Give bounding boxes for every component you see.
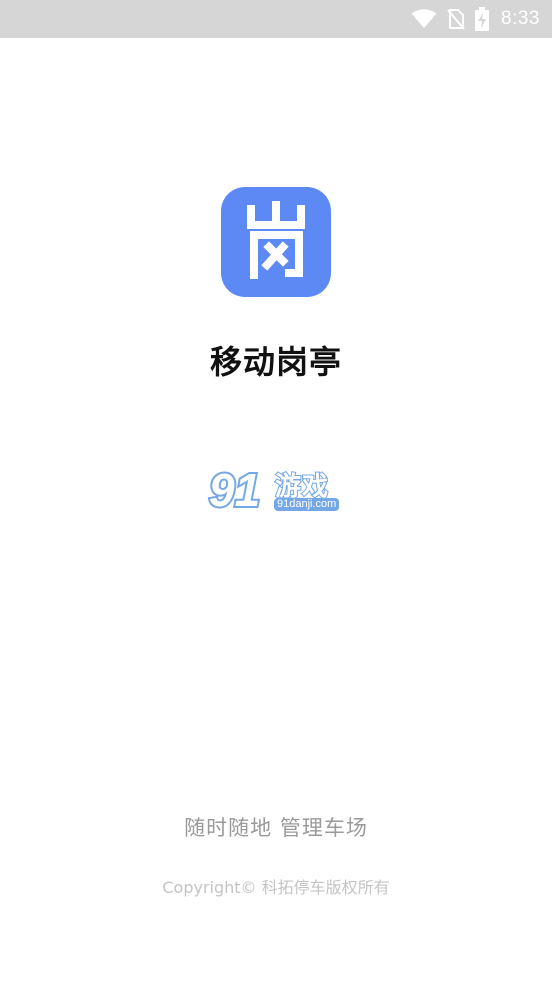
app-logo-icon — [221, 187, 331, 297]
partner-logo: 91 游戏 91danji.com — [207, 460, 347, 518]
app-name: 移动岗亭 — [209, 343, 342, 381]
battery-charging-icon — [475, 7, 490, 31]
status-icons: 8:33 — [411, 0, 540, 38]
slogan: 随时随地 管理车场 — [184, 816, 368, 840]
kiosk-glyph-icon — [247, 201, 305, 279]
number-91-logo-icon: 91 — [207, 462, 262, 518]
wifi-icon — [411, 9, 437, 29]
no-sim-icon — [447, 8, 465, 30]
status-bar: 8:33 — [0, 0, 552, 38]
svg-text:91: 91 — [209, 464, 260, 516]
partner-logo-domain: 91danji.com — [274, 498, 340, 511]
copyright-text: Copyright© 科拓停车版权所有 — [162, 878, 390, 897]
status-time: 8:33 — [501, 8, 540, 29]
